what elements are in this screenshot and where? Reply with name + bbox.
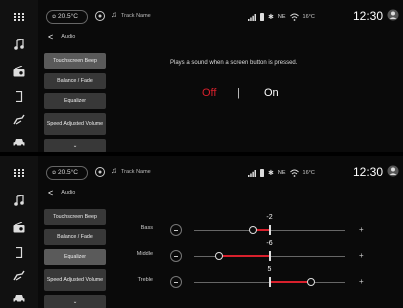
- toggle-off-option[interactable]: Off: [202, 87, 216, 99]
- page-title: Audio: [61, 34, 76, 40]
- menu-balance-fade[interactable]: Balance / Fade: [44, 229, 106, 245]
- radio-icon[interactable]: [4, 60, 34, 82]
- eq-increase-treble-button[interactable]: +: [359, 276, 364, 288]
- eq-label-middle: Middle: [136, 251, 153, 257]
- music-note-icon: ♫: [111, 10, 117, 19]
- breadcrumb: < Audio: [48, 186, 75, 200]
- user-profile-icon[interactable]: [387, 9, 399, 21]
- eq-increase-bass-button[interactable]: +: [359, 224, 364, 236]
- page-title: Audio: [61, 190, 76, 196]
- touchscreen-beep-screen: ✿ 20.5°C ♫ Track Name ✱ NE 16°C 12:30 < …: [0, 0, 403, 152]
- outside-temperature: 16°C: [302, 170, 315, 176]
- toggle-on-option[interactable]: On: [264, 87, 279, 99]
- music-note-icon[interactable]: [4, 189, 34, 211]
- side-rail: [0, 156, 38, 308]
- eq-decrease-middle-button[interactable]: [170, 250, 182, 262]
- eq-value-middle: -6: [266, 240, 273, 247]
- status-icons: ✱ NE 16°C: [248, 10, 315, 24]
- back-chevron-icon[interactable]: <: [48, 32, 53, 42]
- track-name[interactable]: Track Name: [121, 169, 151, 175]
- wifi-icon: [289, 13, 299, 21]
- status-icons: ✱ NE 16°C: [248, 166, 315, 180]
- eq-slider-handle[interactable]: [215, 252, 224, 260]
- chevron-down-icon[interactable]: ⌄: [44, 139, 106, 152]
- bluetooth-icon: ✱: [268, 14, 274, 21]
- music-note-icon: ♫: [111, 166, 117, 175]
- eq-value-treble: 5: [267, 266, 272, 273]
- climate-temperature[interactable]: ✿ 20.5°C: [46, 166, 88, 180]
- audio-settings-menu: Touchscreen Beep Balance / Fade Equalize…: [44, 209, 106, 308]
- clock: 12:30: [353, 9, 384, 23]
- phone-icon[interactable]: [4, 85, 34, 107]
- clock: 12:30: [353, 165, 384, 179]
- eq-band-treble: Treble 5 +: [125, 266, 375, 294]
- chevron-down-icon[interactable]: ⌄: [44, 295, 106, 308]
- eq-value-bass: -2: [266, 214, 273, 221]
- network-label: NE: [277, 170, 286, 176]
- user-profile-icon[interactable]: [387, 165, 399, 177]
- menu-equalizer[interactable]: Equalizer: [44, 249, 106, 265]
- fan-icon: ✿: [52, 170, 57, 176]
- equalizer-screen: ✿ 20.5°C ♫ Track Name ✱ NE 16°C 12:30 < …: [0, 156, 403, 308]
- track-name[interactable]: Track Name: [121, 13, 151, 19]
- beep-description: Plays a sound when a screen button is pr…: [170, 60, 298, 66]
- eq-center-tick: [268, 225, 271, 235]
- menu-speed-adjusted-volume[interactable]: Speed Adjusted Volume: [44, 113, 106, 135]
- signal-icon: [248, 169, 256, 177]
- fan-icon: ✿: [52, 14, 57, 20]
- camera-icon[interactable]: [94, 10, 106, 22]
- audio-settings-menu: Touchscreen Beep Balance / Fade Equalize…: [44, 53, 106, 152]
- eq-label-treble: Treble: [137, 277, 153, 283]
- menu-touchscreen-beep[interactable]: Touchscreen Beep: [44, 53, 106, 69]
- climate-temperature[interactable]: ✿ 20.5°C: [46, 10, 88, 24]
- eq-slider-handle[interactable]: [307, 278, 316, 286]
- eq-slider-fill: [219, 255, 270, 257]
- climate-seat-icon[interactable]: [4, 108, 34, 130]
- breadcrumb: < Audio: [48, 30, 75, 44]
- status-bar: ✿ 20.5°C ♫ Track Name ✱ NE 16°C 12:30: [40, 156, 403, 186]
- toggle-separator: |: [237, 87, 240, 99]
- outside-temperature: 16°C: [302, 14, 315, 20]
- eq-band-middle: Middle -6 +: [125, 240, 375, 268]
- wifi-icon: [289, 169, 299, 177]
- eq-center-tick: [268, 251, 271, 261]
- car-icon[interactable]: [4, 287, 34, 308]
- radio-icon[interactable]: [4, 216, 34, 238]
- phone-icon[interactable]: [4, 241, 34, 263]
- eq-label-bass: Bass: [140, 225, 153, 231]
- back-chevron-icon[interactable]: <: [48, 188, 53, 198]
- menu-speed-adjusted-volume[interactable]: Speed Adjusted Volume: [44, 269, 106, 291]
- eq-slider-handle[interactable]: [248, 226, 257, 234]
- phone-battery-icon: [260, 13, 264, 21]
- status-bar: ✿ 20.5°C ♫ Track Name ✱ NE 16°C 12:30: [40, 0, 403, 30]
- music-note-icon[interactable]: [4, 33, 34, 55]
- menu-touchscreen-beep[interactable]: Touchscreen Beep: [44, 209, 106, 225]
- signal-icon: [248, 13, 256, 21]
- phone-battery-icon: [260, 169, 264, 177]
- eq-decrease-bass-button[interactable]: [170, 224, 182, 236]
- apps-grid-icon[interactable]: [4, 6, 34, 28]
- menu-balance-fade[interactable]: Balance / Fade: [44, 73, 106, 89]
- car-icon[interactable]: [4, 131, 34, 152]
- menu-equalizer[interactable]: Equalizer: [44, 93, 106, 109]
- eq-center-tick: [268, 277, 271, 287]
- eq-slider-fill: [269, 281, 312, 283]
- bluetooth-icon: ✱: [268, 170, 274, 177]
- side-rail: [0, 0, 38, 152]
- camera-icon[interactable]: [94, 166, 106, 178]
- eq-band-bass: Bass -2 +: [125, 214, 375, 242]
- eq-decrease-treble-button[interactable]: [170, 276, 182, 288]
- climate-seat-icon[interactable]: [4, 264, 34, 286]
- network-label: NE: [277, 14, 286, 20]
- eq-increase-middle-button[interactable]: +: [359, 250, 364, 262]
- apps-grid-icon[interactable]: [4, 162, 34, 184]
